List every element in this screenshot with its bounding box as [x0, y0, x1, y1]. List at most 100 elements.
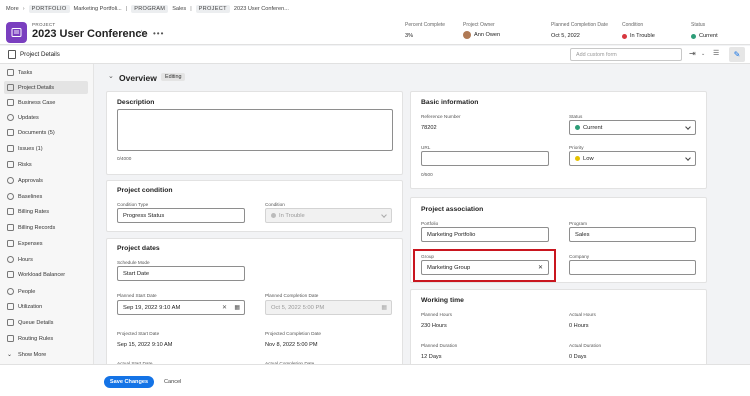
description-textarea[interactable] — [117, 109, 393, 151]
project-icon — [6, 22, 27, 43]
breadcrumb-project-link[interactable]: 2023 User Conferen... — [234, 6, 289, 12]
panel-icon[interactable] — [8, 50, 16, 59]
avatar — [463, 31, 471, 39]
status-dot — [575, 156, 580, 161]
sidebar-item-risks[interactable]: Risks — [4, 158, 88, 171]
sidebar-item-project-details[interactable]: Project Details — [4, 81, 88, 94]
priority-select[interactable]: Low — [569, 151, 696, 166]
breadcrumb-portfolio-tag: PORTFOLIO — [28, 5, 70, 13]
breadcrumb-program-link[interactable]: Sales — [172, 6, 186, 12]
clear-icon[interactable]: ✕ — [222, 304, 227, 311]
portfolio-field[interactable]: Marketing Portfolio — [421, 227, 549, 242]
sidebar-item-utilization[interactable]: Utilization — [4, 300, 88, 313]
condition-value: In Trouble — [622, 33, 655, 39]
card-title: Project condition — [117, 187, 173, 194]
priority-select-value: Low — [583, 155, 594, 162]
sidebar-item-business-case[interactable]: Business Case — [4, 96, 88, 109]
reference-number-value: 78202 — [421, 125, 437, 131]
sidebar-item-label: Baselines — [18, 193, 43, 200]
sidebar-item-hours[interactable]: Hours — [4, 253, 88, 266]
chevron-down-icon[interactable]: ⌄ — [701, 51, 705, 57]
sidebar-item-baselines[interactable]: Baselines — [4, 190, 88, 203]
chevron-down-icon — [381, 212, 387, 218]
custom-form-input[interactable]: Add custom form — [570, 48, 682, 61]
clock-icon — [7, 256, 14, 263]
card-title: Project dates — [117, 245, 160, 252]
sidebar-item-label: Queue Details — [18, 319, 54, 326]
sidebar-item-label: Approvals — [18, 177, 43, 184]
sidebar-item-label: Show More — [18, 351, 47, 358]
sidebar-item-billing-rates[interactable]: Billing Rates — [4, 205, 88, 218]
sidebar-item-label: Updates — [18, 114, 39, 121]
planned-hours-label: Planned Hours — [421, 312, 453, 317]
sidebar-item-expenses[interactable]: Expenses — [4, 237, 88, 250]
schedule-mode-field[interactable]: Start Date — [117, 266, 245, 281]
company-field[interactable] — [569, 260, 696, 275]
card-title: Basic information — [421, 99, 479, 106]
page-title: 2023 User Conference — [32, 28, 148, 40]
sidebar-item-label: Documents (5) — [18, 129, 55, 136]
planned-start-value: Sep 19, 2022 9:10 AM — [123, 304, 181, 311]
expenses-icon — [7, 240, 14, 247]
sidebar-item-label: Business Case — [18, 99, 56, 106]
sidebar-item-people[interactable]: People — [4, 285, 88, 298]
calendar-icon[interactable]: ▦ — [234, 304, 240, 311]
condition-type-field[interactable]: Progress Status — [117, 208, 245, 223]
planned-completion-label: Planned Completion Date — [551, 22, 608, 28]
sidebar-item-queue-details[interactable]: Queue Details — [4, 316, 88, 329]
sidebar-item-label: Issues (1) — [18, 145, 43, 152]
planned-duration-label: Planned Duration — [421, 343, 458, 348]
percent-complete-label: Percent Complete — [405, 22, 446, 28]
move-to-icon[interactable]: ⇥ — [689, 49, 696, 58]
description-card: Description 0/4000 — [106, 91, 403, 175]
issues-icon — [7, 145, 14, 152]
columns-icon[interactable]: ☰ — [713, 49, 719, 57]
sidebar-item-updates[interactable]: Updates — [4, 111, 88, 124]
save-changes-button[interactable]: Save Changes — [104, 376, 154, 388]
project-owner[interactable]: Ann Owen — [463, 31, 500, 39]
card-title: Working time — [421, 297, 464, 304]
breadcrumb-portfolio-link[interactable]: Marketing Portfoli... — [74, 6, 122, 12]
sidebar-item-issues[interactable]: Issues (1) — [4, 142, 88, 155]
condition-label: Condition — [265, 202, 285, 207]
chevron-down-icon — [685, 124, 691, 130]
program-label: Program — [569, 221, 587, 226]
group-field-highlight — [413, 249, 556, 282]
card-title: Project association — [421, 206, 484, 213]
sidebar-item-approvals[interactable]: Approvals — [4, 174, 88, 187]
updates-icon — [7, 114, 14, 121]
sidebar-item-show-more[interactable]: ⌄ Show More — [4, 348, 88, 361]
program-field[interactable]: Sales — [569, 227, 696, 242]
cancel-button[interactable]: Cancel — [164, 376, 181, 388]
status-dot — [691, 33, 696, 39]
planned-start-field[interactable]: Sep 19, 2022 9:10 AM ✕ ▦ — [117, 300, 245, 315]
actual-hours-label: Actual Hours — [569, 312, 596, 317]
breadcrumb-more[interactable]: More — [6, 6, 19, 12]
status-select[interactable]: Current — [569, 120, 696, 135]
section-title: Project Details — [20, 51, 60, 58]
url-counter: 0/500 — [421, 172, 433, 177]
sidebar-item-tasks[interactable]: Tasks — [4, 66, 88, 79]
star-icon[interactable]: ☆ — [137, 29, 146, 40]
projected-start-value: Sep 15, 2022 9:10 AM — [117, 342, 173, 348]
sidebar-item-documents[interactable]: Documents (5) — [4, 126, 88, 139]
status-text: Current — [699, 33, 718, 39]
projected-start-label: Projected Start Date — [117, 331, 160, 336]
project-type-label: PROJECT — [32, 22, 56, 27]
baselines-icon — [7, 193, 14, 200]
collapse-chevron-icon[interactable]: ⌄ — [108, 72, 114, 80]
status-dot — [575, 125, 580, 130]
sidebar-item-routing-rules[interactable]: Routing Rules — [4, 332, 88, 345]
sidebar-item-label: Expenses — [18, 240, 43, 247]
condition-select: In Trouble — [265, 208, 392, 223]
status-select-value: Current — [583, 124, 603, 131]
calendar-icon: ▦ — [381, 305, 387, 311]
people-icon — [7, 288, 14, 295]
condition-label: Condition — [622, 22, 644, 28]
more-options-icon[interactable]: ••• — [153, 29, 164, 38]
edit-pencil-icon[interactable]: ✎ — [729, 47, 745, 62]
url-field[interactable] — [421, 151, 549, 166]
sidebar-item-billing-records[interactable]: Billing Records — [4, 221, 88, 234]
breadcrumb: More › PORTFOLIO Marketing Portfoli... |… — [6, 5, 289, 13]
sidebar-item-workload-balancer[interactable]: Workload Balancer — [4, 268, 88, 281]
